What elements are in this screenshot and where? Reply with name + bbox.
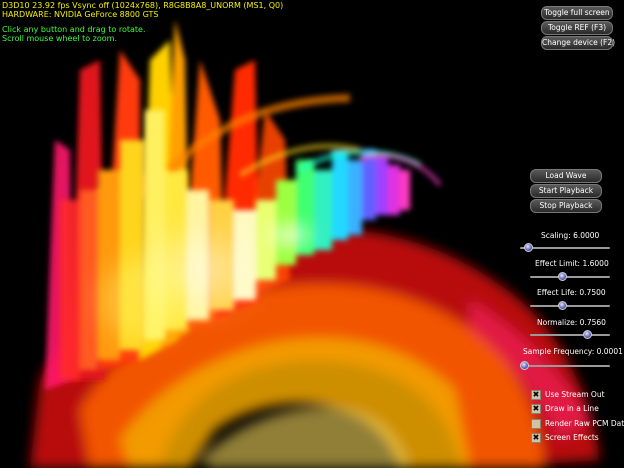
normalize-slider[interactable] [530,334,610,336]
draw-in-line-label: Draw in a Line [545,404,599,413]
hardware-text: HARDWARE: NVIDIA GeForce 8800 GTS [2,10,159,19]
use-stream-out-label: Use Stream Out [545,390,605,399]
toggle-ref-button[interactable]: Toggle REF (F3) [541,21,613,35]
load-wave-button[interactable]: Load Wave [530,169,602,183]
render-raw-pcm-checkbox[interactable] [531,419,541,429]
sample-frequency-slider[interactable] [520,365,610,367]
effect-limit-label: Effect Limit: 1.6000 [535,259,609,268]
normalize-label: Normalize: 0.7560 [537,318,606,327]
scaling-label: Scaling: 6.0000 [541,231,600,240]
effect-life-label: Effect Life: 0.7500 [537,288,606,297]
sample-frequency-slider-thumb[interactable] [520,361,529,370]
start-playback-button[interactable]: Start Playback [530,184,602,198]
use-stream-out-checkbox[interactable]: ✖ [531,390,541,400]
stop-playback-button[interactable]: Stop Playback [530,199,602,213]
help-text-zoom: Scroll mouse wheel to zoom. [2,34,117,43]
screen-effects-checkbox[interactable]: ✖ [531,433,541,443]
effect-limit-slider[interactable] [530,276,610,278]
scaling-slider-thumb[interactable] [524,243,534,252]
toggle-fullscreen-button[interactable]: Toggle full screen [541,6,613,20]
change-device-button[interactable]: Change device (F2) [541,36,615,50]
sample-frequency-label: Sample Frequency: 0.0001 [523,347,623,356]
render-raw-pcm-label: Render Raw PCM Data [545,419,624,428]
draw-in-line-checkbox[interactable]: ✖ [531,404,541,414]
screen-effects-label: Screen Effects [545,433,599,442]
effect-life-slider[interactable] [530,305,610,307]
scaling-slider[interactable] [520,247,610,249]
